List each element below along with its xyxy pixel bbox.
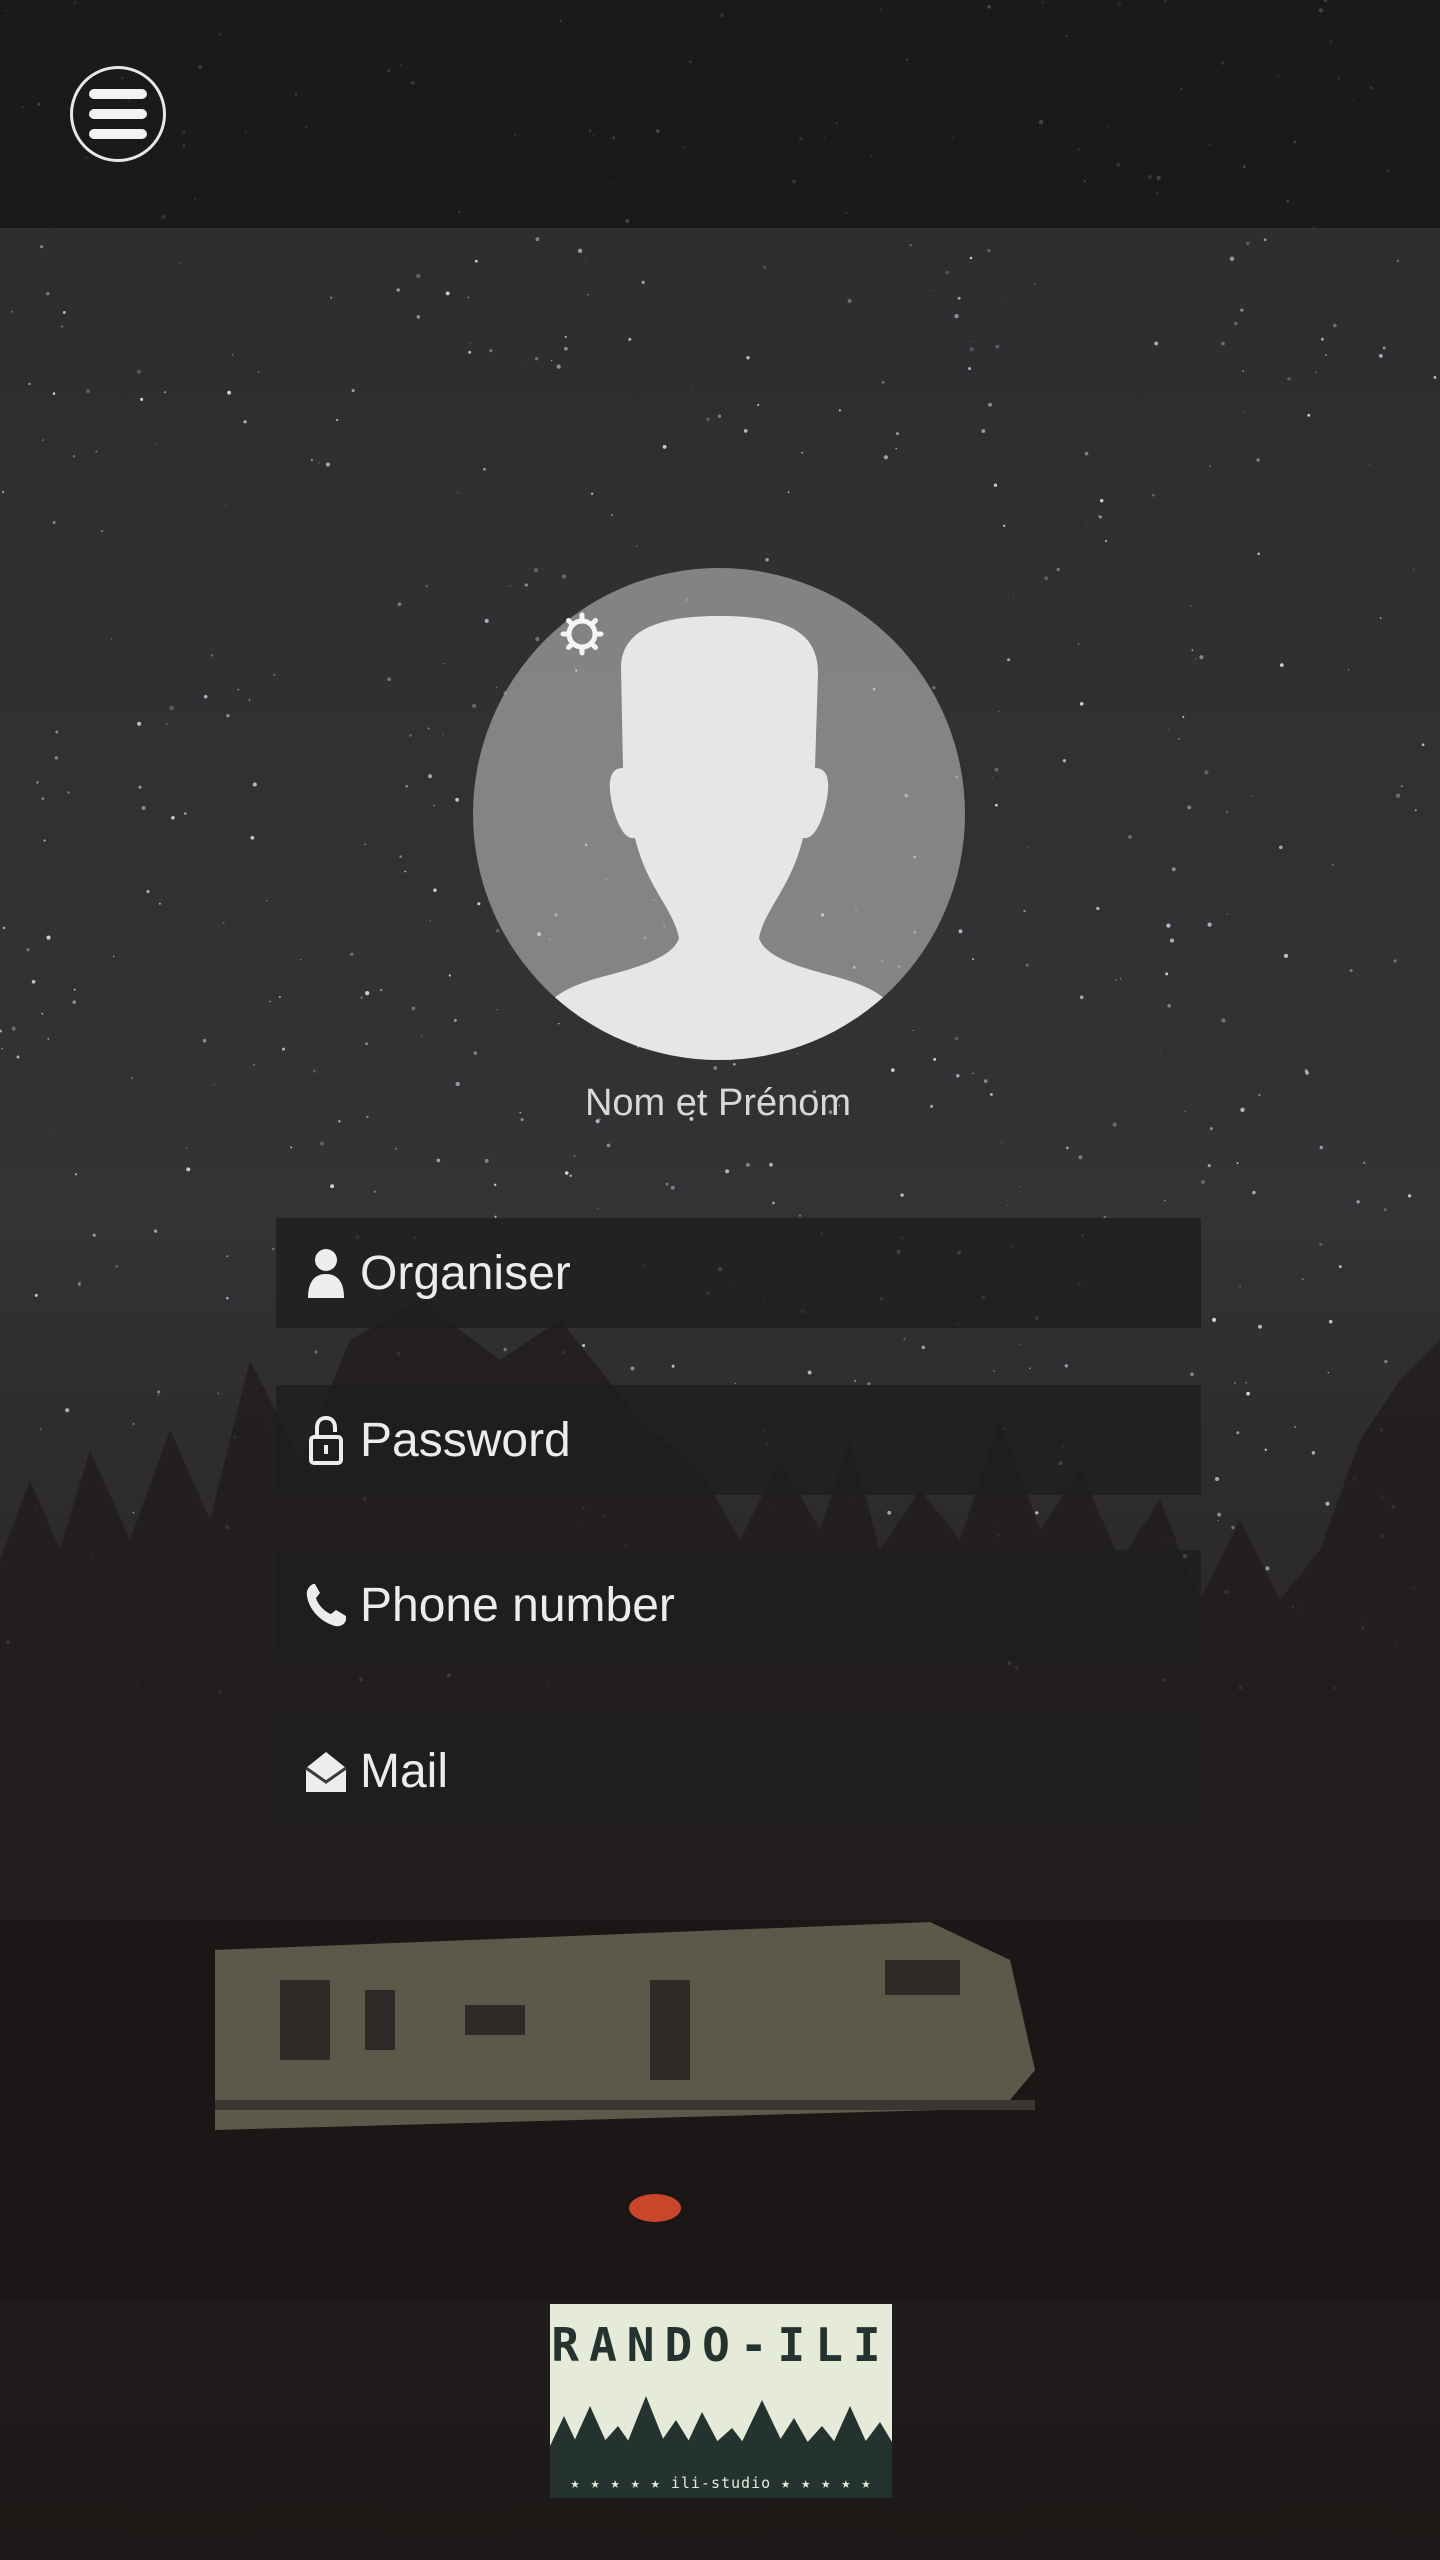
organiser-field[interactable]: Organiser: [276, 1218, 1201, 1328]
password-placeholder: Password: [360, 1413, 571, 1467]
mail-field[interactable]: Mail: [276, 1716, 1201, 1826]
camper-trailer: [215, 1922, 1035, 2130]
organiser-placeholder: Organiser: [360, 1246, 571, 1300]
logo-subtitle: ★ ★ ★ ★ ★ ili-studio ★ ★ ★ ★ ★: [570, 2474, 872, 2492]
user-silhouette-icon: [545, 616, 893, 1060]
phone-icon: [304, 1579, 348, 1631]
logo-title: RANDO-ILI: [551, 2318, 891, 2372]
profile-avatar[interactable]: [473, 568, 965, 1060]
gear-icon[interactable]: [560, 612, 604, 656]
menu-line: [89, 109, 147, 119]
hamburger-menu-icon[interactable]: [70, 66, 166, 162]
phone-placeholder: Phone number: [360, 1578, 675, 1632]
campfire: [629, 2194, 681, 2222]
password-field[interactable]: Password: [276, 1385, 1201, 1495]
mail-icon: [304, 1745, 348, 1797]
phone-field[interactable]: Phone number: [276, 1550, 1201, 1660]
menu-line: [89, 89, 147, 99]
top-bar: [0, 0, 1440, 228]
name-label[interactable]: Nom et Prénom: [470, 1082, 966, 1125]
lock-icon: [304, 1414, 348, 1466]
menu-line: [89, 129, 147, 139]
rando-ili-logo: RANDO-ILI ★ ★ ★ ★ ★ ili-studio ★ ★ ★ ★ ★: [550, 2304, 892, 2498]
mail-placeholder: Mail: [360, 1744, 449, 1798]
user-icon: [304, 1247, 348, 1299]
